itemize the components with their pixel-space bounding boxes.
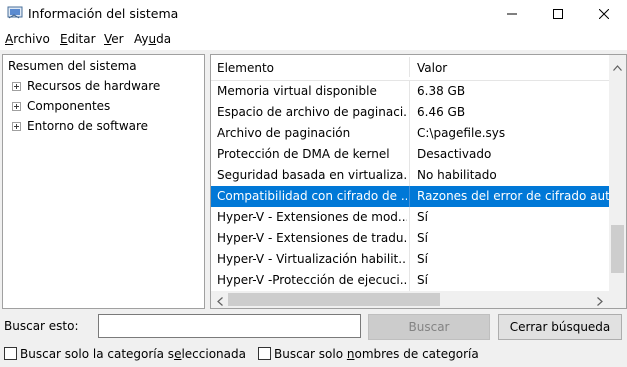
horizontal-scrollbar[interactable] [211, 291, 609, 308]
close-button[interactable] [581, 0, 627, 28]
row-value: Desactivado [417, 147, 492, 161]
tree-item-components[interactable]: Componentes [27, 99, 110, 113]
row-value: 6.38 GB [417, 84, 466, 98]
scrollbar-corner [609, 291, 626, 308]
table-row[interactable]: Hyper-V - Extensiones de tradu... Sí [211, 228, 609, 249]
menu-archivo[interactable]: Archivo [5, 32, 50, 46]
row-divider [409, 165, 410, 186]
row-item: Hyper-V - Extensiones de mod... [217, 210, 407, 224]
row-value: C:\pagefile.sys [417, 126, 506, 140]
window-title: Información del sistema [28, 6, 179, 21]
scroll-right-icon[interactable] [597, 295, 603, 308]
maximize-icon [553, 9, 563, 19]
row-divider [409, 228, 410, 249]
vertical-scrollbar[interactable] [609, 55, 626, 291]
category-tree[interactable]: Resumen del sistema Recursos de hardware… [2, 54, 205, 309]
vertical-scroll-thumb[interactable] [611, 225, 624, 273]
menu-ayuda[interactable]: Ayuda [134, 32, 171, 46]
tree-item-software[interactable]: Entorno de software [27, 119, 148, 133]
row-divider [409, 144, 410, 165]
selected-category-checkbox[interactable] [4, 347, 17, 360]
row-item: Hyper-V - Virtualización habilit... [217, 252, 407, 266]
minimize-icon [507, 13, 517, 15]
row-divider [409, 249, 410, 270]
table-row[interactable]: Hyper-V - Extensiones de mod... Sí [211, 207, 609, 228]
row-item: Protección de DMA de kernel [217, 147, 390, 161]
table-row[interactable]: Seguridad basada en virtualiza... No hab… [211, 165, 609, 186]
row-value: No habilitado [417, 168, 497, 182]
menu-editar[interactable]: Editar [60, 32, 96, 46]
column-header-item[interactable]: Elemento [217, 61, 274, 75]
table-row-selected[interactable]: Compatibilidad con cifrado de ... Razone… [211, 186, 609, 207]
row-item: Archivo de paginación [217, 126, 351, 140]
scroll-up-icon[interactable] [613, 60, 622, 74]
horizontal-scroll-thumb[interactable] [228, 293, 440, 306]
row-value: Sí [417, 273, 428, 287]
column-divider[interactable] [409, 57, 410, 77]
row-value: Razones del error de cifrado aut [417, 189, 609, 203]
row-item: Compatibilidad con cifrado de ... [217, 189, 407, 203]
row-divider [409, 102, 410, 123]
table-row[interactable]: Memoria virtual disponible 6.38 GB [211, 81, 609, 102]
system-info-icon [7, 6, 23, 20]
table-row[interactable]: Hyper-V -Protección de ejecuci... Sí [211, 270, 609, 291]
close-search-button-label: Cerrar búsqueda [509, 320, 611, 334]
search-button-label: Buscar [408, 320, 450, 334]
column-header-value[interactable]: Valor [417, 61, 447, 75]
close-search-button[interactable]: Cerrar búsqueda [498, 314, 622, 340]
category-names-checkbox[interactable] [258, 347, 271, 360]
minimize-button[interactable] [489, 0, 535, 28]
row-divider [409, 270, 410, 291]
search-label: Buscar esto: [4, 319, 79, 333]
tree-item-root[interactable]: Resumen del sistema [8, 59, 137, 73]
table-row[interactable]: Hyper-V - Virtualización habilit... Sí [211, 249, 609, 270]
table-row[interactable]: Protección de DMA de kernel Desactivado [211, 144, 609, 165]
menu-ver[interactable]: Ver [104, 32, 124, 46]
row-item: Memoria virtual disponible [217, 84, 377, 98]
row-value: Sí [417, 231, 428, 245]
expand-icon[interactable] [12, 82, 21, 91]
row-value: Sí [417, 210, 428, 224]
row-item: Hyper-V -Protección de ejecuci... [217, 273, 407, 287]
list-header: Elemento Valor [211, 55, 609, 81]
table-row[interactable]: Espacio de archivo de paginaci... 6.46 G… [211, 102, 609, 123]
row-value: Sí [417, 252, 428, 266]
close-icon [599, 9, 609, 19]
row-divider [409, 207, 410, 228]
search-input[interactable] [98, 314, 361, 338]
category-names-label[interactable]: Buscar solo nombres de categoría [274, 347, 479, 361]
row-item: Hyper-V - Extensiones de tradu... [217, 231, 407, 245]
expand-icon[interactable] [12, 122, 21, 131]
maximize-button[interactable] [535, 0, 581, 28]
search-button[interactable]: Buscar [368, 314, 490, 340]
row-value: 6.46 GB [417, 105, 466, 119]
scroll-left-icon[interactable] [217, 295, 223, 308]
expand-icon[interactable] [12, 102, 21, 111]
selected-category-label[interactable]: Buscar solo la categoría seleccionada [20, 347, 246, 361]
row-item: Seguridad basada en virtualiza... [217, 168, 407, 182]
table-row[interactable]: Archivo de paginación C:\pagefile.sys [211, 123, 609, 144]
row-item: Espacio de archivo de paginaci... [217, 105, 407, 119]
row-divider [409, 186, 410, 207]
row-divider [409, 81, 410, 102]
tree-item-hardware[interactable]: Recursos de hardware [27, 79, 160, 93]
row-divider [409, 123, 410, 144]
details-list[interactable]: Elemento Valor Memoria virtual disponibl… [210, 54, 627, 309]
